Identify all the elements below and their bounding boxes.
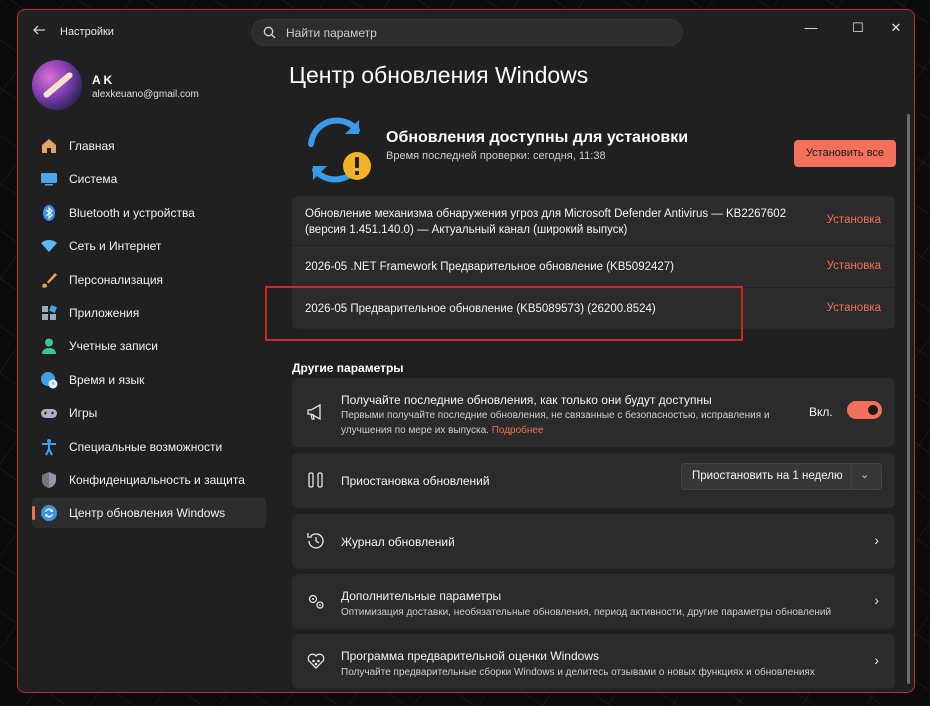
sidebar-item-label: Время и язык [69, 372, 145, 387]
title-bar: Настройки — ☐ ✕ [18, 10, 914, 54]
insider-heart-icon [307, 653, 325, 669]
sidebar-item-privacy[interactable]: Конфиденциальность и защита [32, 465, 266, 495]
toggle-state-label: Вкл. [809, 405, 833, 419]
apps-icon [42, 305, 57, 320]
insider-program-card[interactable]: Программа предварительной оценки Windows… [292, 634, 895, 689]
sidebar-item-label: Персонализация [69, 272, 164, 287]
sidebar-nav: Главная Система Bluetooth и устройства С… [32, 131, 266, 532]
sidebar-item-bluetooth[interactable]: Bluetooth и устройства [32, 198, 266, 228]
bluetooth-icon [43, 204, 55, 221]
sidebar-item-network[interactable]: Сеть и Интернет [32, 231, 266, 261]
sidebar-item-label: Игры [69, 406, 98, 421]
home-icon [42, 139, 56, 153]
accessibility-icon [42, 438, 56, 455]
card-title: Программа предварительной оценки Windows [341, 649, 599, 663]
person-icon [42, 338, 56, 355]
wifi-icon [41, 240, 57, 253]
pause-duration-value: Приостановить на 1 неделю [692, 470, 843, 482]
sidebar-item-label: Специальные возможности [69, 439, 223, 454]
sidebar-item-accounts[interactable]: Учетные записи [32, 331, 266, 361]
sidebar-item-accessibility[interactable]: Специальные возможности [32, 432, 266, 462]
update-item: 2026-05 .NET Framework Предварительное о… [292, 246, 895, 288]
chevron-right-icon: › [874, 652, 879, 668]
card-title: Приостановка обновлений [341, 474, 490, 488]
gears-icon [308, 594, 324, 609]
sidebar-item-label: Система [69, 172, 118, 187]
update-history-card[interactable]: Журнал обновлений › [292, 514, 895, 569]
update-status-link[interactable]: Установка [827, 214, 881, 226]
shield-icon [42, 471, 56, 488]
dropdown-divider [851, 464, 852, 489]
card-title: Журнал обновлений [341, 535, 455, 549]
install-all-button[interactable]: Установить все [794, 140, 896, 167]
megaphone-icon [307, 403, 321, 421]
page-title: Центр обновления Windows [289, 62, 589, 88]
avatar [32, 60, 82, 110]
learn-more-link[interactable]: Подробнее [492, 425, 544, 436]
sidebar-item-label: Приложения [69, 305, 140, 320]
app-title: Настройки [60, 26, 114, 38]
sidebar-item-label: Учетные записи [69, 339, 158, 354]
update-name: Обновление механизма обнаружения угроз д… [305, 208, 787, 236]
card-title: Дополнительные параметры [341, 589, 502, 603]
user-email: alexkeuano@gmail.com [92, 89, 199, 100]
arrow-left-icon [33, 25, 45, 35]
pause-icon [308, 472, 323, 488]
close-button[interactable]: ✕ [880, 18, 912, 38]
card-description-text: Первыми получайте последние обновления, … [341, 410, 770, 436]
update-status-link[interactable]: Установка [827, 260, 881, 272]
user-name: A K [92, 73, 113, 87]
sidebar-item-label: Центр обновления Windows [69, 506, 226, 521]
maximize-button[interactable]: ☐ [842, 18, 874, 38]
card-description: Оптимизация доставки, необязательные обн… [341, 607, 832, 618]
highlight-annotation-box [265, 286, 743, 341]
chevron-right-icon: › [874, 592, 879, 608]
chevron-right-icon: › [874, 532, 879, 548]
search-icon [263, 26, 276, 39]
brush-icon [42, 272, 57, 288]
history-icon [307, 533, 324, 549]
minimize-button[interactable]: — [795, 18, 827, 38]
monitor-icon [41, 173, 57, 186]
section-heading-other: Другие параметры [292, 361, 404, 375]
globe-clock-icon [41, 371, 58, 389]
update-name: 2026-05 .NET Framework Предварительное о… [305, 261, 674, 273]
back-button[interactable] [30, 23, 48, 41]
sidebar-item-apps[interactable]: Приложения [32, 298, 266, 328]
sidebar-item-system[interactable]: Система [32, 164, 266, 194]
settings-window: Настройки — ☐ ✕ A K alexkeuano@gmail.com… [17, 9, 915, 693]
latest-updates-toggle[interactable] [847, 401, 882, 419]
scrollbar[interactable] [907, 114, 910, 684]
sidebar-item-label: Bluetooth и устройства [69, 205, 195, 220]
card-description: Получайте предварительные сборки Windows… [341, 667, 815, 678]
sidebar-item-label: Главная [69, 139, 115, 153]
sidebar-item-personalization[interactable]: Персонализация [32, 265, 266, 295]
pause-updates-card: Приостановка обновлений Приостановить на… [292, 453, 895, 508]
sidebar-item-label: Конфиденциальность и защита [69, 472, 245, 487]
pause-duration-dropdown[interactable]: Приостановить на 1 неделю ⌄ [681, 463, 882, 490]
gamepad-icon [41, 409, 57, 419]
chevron-down-icon: ⌄ [860, 469, 870, 481]
card-title: Получайте последние обновления, как толь… [341, 393, 712, 407]
sidebar-item-time-language[interactable]: Время и язык [32, 365, 266, 395]
last-check-text: Время последней проверки: сегодня, 11:38 [386, 150, 606, 162]
latest-updates-card: Получайте последние обновления, как толь… [292, 378, 895, 447]
advanced-options-card[interactable]: Дополнительные параметры Оптимизация дос… [292, 574, 895, 629]
sidebar-item-home[interactable]: Главная [32, 131, 266, 161]
card-description: Первыми получайте последние обновления, … [341, 408, 781, 438]
sidebar-item-gaming[interactable]: Игры [32, 398, 266, 428]
status-title: Обновления доступны для установки [386, 129, 689, 146]
update-status-link[interactable]: Установка [827, 302, 881, 314]
toggle-knob [868, 405, 878, 415]
update-icon [41, 505, 57, 522]
search-input[interactable] [286, 25, 666, 41]
update-sync-warning-icon [308, 117, 371, 183]
update-item: Обновление механизма обнаружения угроз д… [292, 196, 895, 246]
sidebar-item-windows-update[interactable]: Центр обновления Windows [32, 498, 266, 529]
sidebar-item-label: Сеть и Интернет [69, 239, 162, 254]
search-box[interactable] [251, 19, 683, 46]
